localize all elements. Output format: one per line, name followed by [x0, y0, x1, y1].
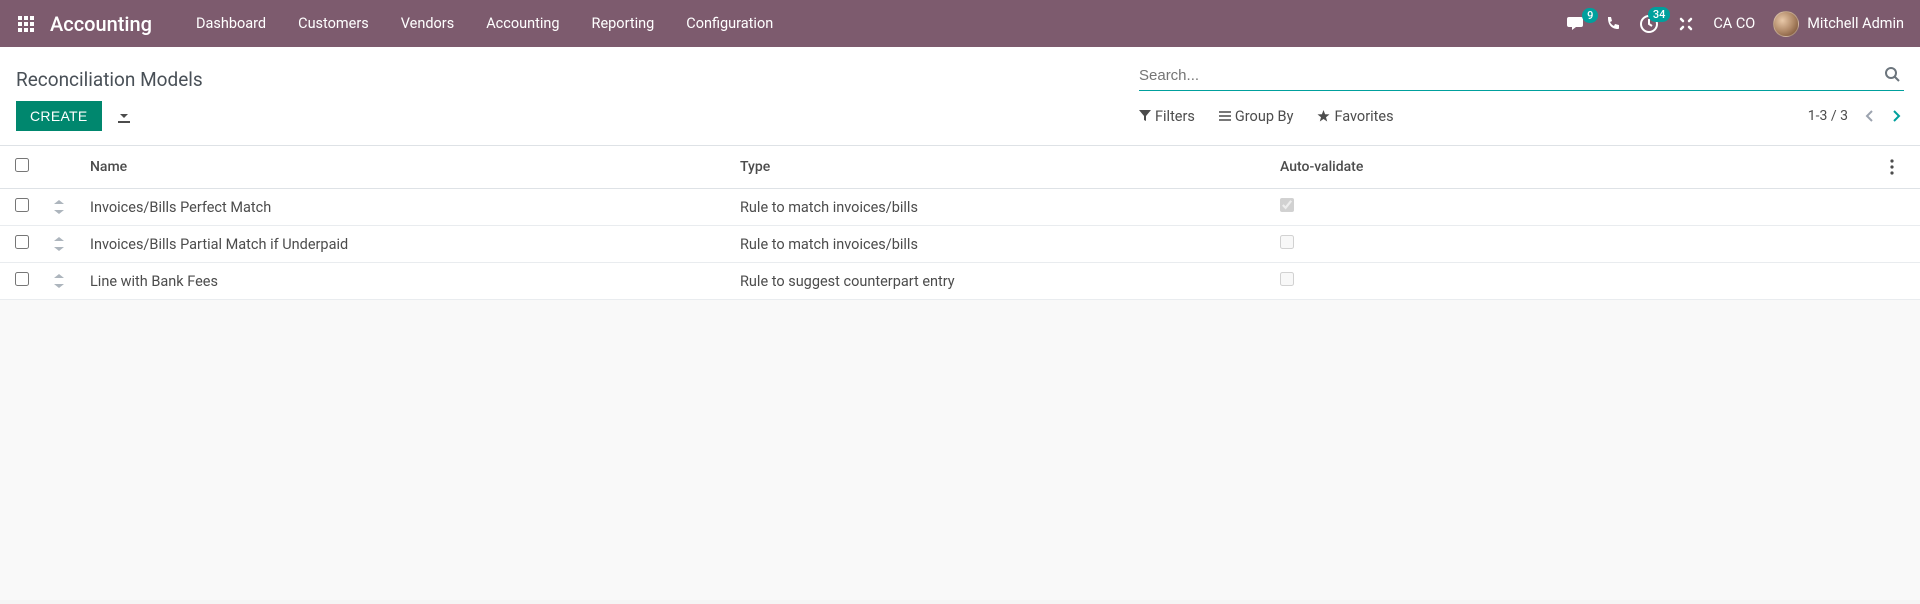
col-name[interactable]: Name — [80, 146, 730, 189]
top-nav: Accounting Dashboard Customers Vendors A… — [0, 0, 1920, 47]
messages-badge: 9 — [1582, 8, 1598, 23]
menu-vendors[interactable]: Vendors — [385, 0, 470, 47]
menu-dashboard[interactable]: Dashboard — [180, 0, 282, 47]
drag-handle-icon[interactable] — [44, 189, 80, 226]
menu-configuration[interactable]: Configuration — [670, 0, 789, 47]
table-row[interactable]: Invoices/Bills Partial Match if Underpai… — [0, 226, 1920, 263]
col-type[interactable]: Type — [730, 146, 1270, 189]
pager: 1-3 / 3 — [1808, 107, 1904, 125]
col-auto[interactable]: Auto-validate — [1270, 146, 1880, 189]
main-menu: Dashboard Customers Vendors Accounting R… — [180, 0, 789, 47]
cell-name: Invoices/Bills Perfect Match — [80, 189, 730, 226]
pager-prev[interactable] — [1862, 107, 1876, 125]
pager-next[interactable] — [1890, 107, 1904, 125]
cell-type: Rule to suggest counterpart entry — [730, 263, 1270, 300]
debug-icon[interactable] — [1677, 15, 1695, 33]
favorites-label: Favorites — [1334, 108, 1393, 125]
row-checkbox[interactable] — [15, 198, 29, 212]
drag-handle-icon[interactable] — [44, 226, 80, 263]
user-name: Mitchell Admin — [1807, 15, 1904, 32]
pager-text[interactable]: 1-3 / 3 — [1808, 108, 1848, 124]
table-row[interactable]: Line with Bank FeesRule to suggest count… — [0, 263, 1920, 300]
create-button[interactable]: CREATE — [16, 101, 102, 131]
topnav-right: 9 34 CA CO Mitchell Admin — [1567, 11, 1904, 37]
list-view: Name Type Auto-validate Invoices/Bills P… — [0, 146, 1920, 300]
filters-button[interactable]: Filters — [1139, 108, 1195, 125]
chevron-left-icon — [1864, 109, 1874, 123]
app-brand[interactable]: Accounting — [50, 12, 152, 36]
menu-reporting[interactable]: Reporting — [576, 0, 671, 47]
phone-icon[interactable] — [1605, 16, 1621, 32]
drag-handle-icon[interactable] — [44, 263, 80, 300]
company-switcher[interactable]: CA CO — [1713, 15, 1755, 32]
auto-validate-checkbox — [1280, 198, 1294, 212]
row-checkbox[interactable] — [15, 272, 29, 286]
select-all-checkbox[interactable] — [15, 158, 29, 172]
cell-type: Rule to match invoices/bills — [730, 226, 1270, 263]
search-input[interactable] — [1139, 67, 1904, 84]
activities-icon[interactable]: 34 — [1639, 14, 1659, 34]
search-icon[interactable] — [1884, 66, 1900, 82]
table-header-row: Name Type Auto-validate — [0, 146, 1920, 189]
menu-accounting[interactable]: Accounting — [470, 0, 575, 47]
cell-name: Invoices/Bills Partial Match if Underpai… — [80, 226, 730, 263]
favorites-button[interactable]: Favorites — [1317, 108, 1393, 125]
list-icon — [1219, 110, 1231, 122]
row-checkbox[interactable] — [15, 235, 29, 249]
groupby-button[interactable]: Group By — [1219, 108, 1294, 125]
star-icon — [1317, 110, 1330, 123]
columns-menu-icon[interactable] — [1890, 159, 1910, 175]
search-bar[interactable] — [1139, 61, 1904, 91]
filters-label: Filters — [1155, 108, 1195, 125]
empty-area — [0, 300, 1920, 600]
import-icon[interactable] — [116, 108, 132, 124]
cell-auto — [1270, 226, 1880, 263]
auto-validate-checkbox — [1280, 235, 1294, 249]
breadcrumb: Reconciliation Models — [16, 68, 203, 91]
auto-validate-checkbox — [1280, 272, 1294, 286]
apps-icon[interactable] — [16, 14, 36, 34]
chevron-right-icon — [1892, 109, 1902, 123]
control-panel: Reconciliation Models CREATE Filters Gro… — [0, 47, 1920, 146]
cell-type: Rule to match invoices/bills — [730, 189, 1270, 226]
user-menu[interactable]: Mitchell Admin — [1773, 11, 1904, 37]
messages-icon[interactable]: 9 — [1567, 15, 1587, 33]
cell-name: Line with Bank Fees — [80, 263, 730, 300]
activities-badge: 34 — [1648, 7, 1671, 22]
avatar — [1773, 11, 1799, 37]
cell-auto — [1270, 263, 1880, 300]
funnel-icon — [1139, 110, 1151, 122]
table-row[interactable]: Invoices/Bills Perfect MatchRule to matc… — [0, 189, 1920, 226]
groupby-label: Group By — [1235, 108, 1294, 125]
menu-customers[interactable]: Customers — [282, 0, 385, 47]
cell-auto — [1270, 189, 1880, 226]
